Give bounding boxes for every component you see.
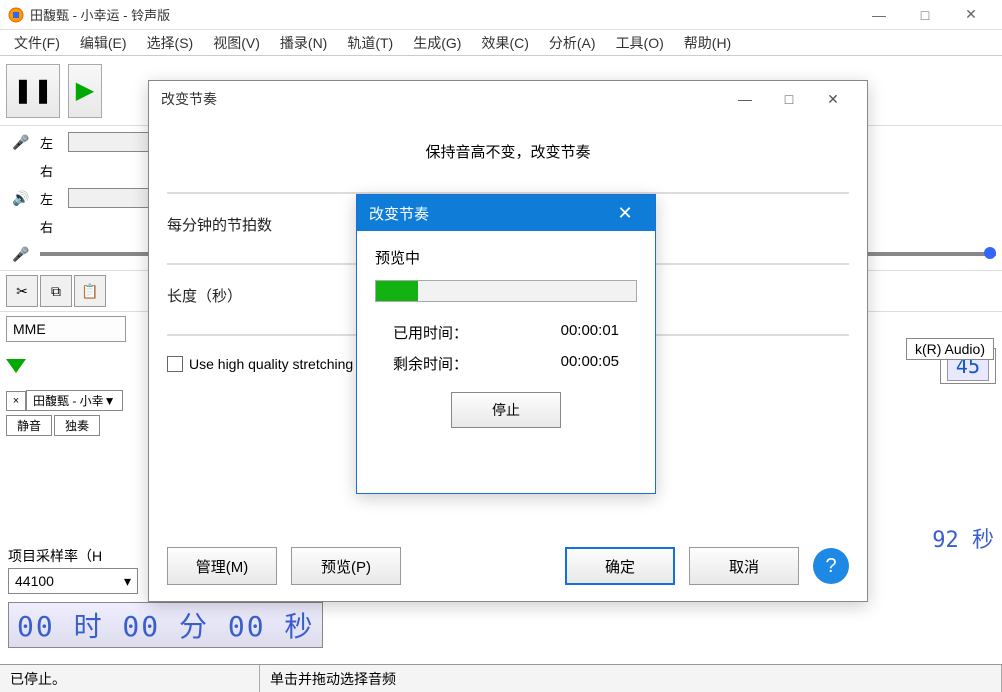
- speaker-icon: 🔊: [6, 190, 36, 207]
- manage-button[interactable]: 管理(M): [167, 547, 277, 585]
- menu-transport[interactable]: 播录(N): [270, 31, 337, 55]
- stop-button[interactable]: 停止: [451, 392, 561, 428]
- window-maximize-button[interactable]: □: [902, 0, 948, 30]
- play-button[interactable]: ▶: [68, 64, 102, 118]
- hq-stretching-checkbox[interactable]: [167, 356, 183, 372]
- menu-select[interactable]: 选择(S): [137, 31, 204, 55]
- mic-icon: 🎤: [6, 134, 36, 151]
- length-label: 长度（秒）: [167, 285, 242, 306]
- help-button[interactable]: ?: [813, 548, 849, 584]
- audio-host-value: MME: [13, 321, 46, 337]
- audio-host-combo[interactable]: MME: [6, 316, 126, 342]
- pause-button[interactable]: ❚❚: [6, 64, 60, 118]
- progress-dialog: 改变节奏 ✕ 预览中 已用时间： 00:00:01 剩余时间： 00:00:05…: [356, 194, 656, 494]
- progress-bar: [375, 280, 637, 302]
- dialog-minimize-button[interactable]: —: [723, 85, 767, 113]
- menu-generate[interactable]: 生成(G): [403, 31, 471, 55]
- recording-device-value: k(R) Audio): [915, 341, 985, 357]
- elapsed-label: 已用时间：: [393, 322, 468, 343]
- meter-left-label: 左: [40, 133, 64, 152]
- progress-close-button[interactable]: ✕: [607, 203, 643, 224]
- main-titlebar: 田馥甄 - 小幸运 - 铃声版 — □ ✕: [0, 0, 1002, 30]
- status-state: 已停止。: [0, 665, 260, 692]
- elapsed-value: 00:00:01: [561, 322, 619, 343]
- cut-button[interactable]: ✂: [6, 275, 38, 307]
- play-cursor-icon: [6, 359, 26, 373]
- window-close-button[interactable]: ✕: [948, 0, 994, 30]
- window-minimize-button[interactable]: —: [856, 0, 902, 30]
- recording-device-combo[interactable]: k(R) Audio): [906, 338, 994, 360]
- playback-meter[interactable]: [68, 188, 158, 208]
- dialog-heading: 保持音高不变，改变节奏: [167, 141, 849, 162]
- menu-file[interactable]: 文件(F): [4, 31, 70, 55]
- window-title: 田馥甄 - 小幸运 - 铃声版: [30, 5, 856, 24]
- record-meter[interactable]: [68, 132, 158, 152]
- statusbar: 已停止。 单击并拖动选择音频: [0, 664, 1002, 692]
- dialog-title: 改变节奏: [161, 89, 723, 109]
- copy-button[interactable]: ⧉: [40, 275, 72, 307]
- cancel-button[interactable]: 取消: [689, 547, 799, 585]
- dialog-close-button[interactable]: ✕: [811, 85, 855, 113]
- playback-right-label: 右: [40, 217, 64, 236]
- menu-help[interactable]: 帮助(H): [674, 31, 741, 55]
- menu-effect[interactable]: 效果(C): [471, 31, 538, 55]
- paste-button[interactable]: 📋: [74, 275, 106, 307]
- progress-titlebar[interactable]: 改变节奏 ✕: [357, 195, 655, 231]
- menu-analyze[interactable]: 分析(A): [539, 31, 606, 55]
- status-hint: 单击并拖动选择音频: [260, 665, 1002, 692]
- remaining-label: 剩余时间：: [393, 353, 468, 374]
- menu-view[interactable]: 视图(V): [203, 31, 270, 55]
- menu-tools[interactable]: 工具(O): [606, 31, 674, 55]
- project-rate-value: 44100: [15, 573, 54, 589]
- playback-left-label: 左: [40, 189, 64, 208]
- selection-end-readout[interactable]: 92 秒: [932, 522, 994, 554]
- menubar: 文件(F) 编辑(E) 选择(S) 视图(V) 播录(N) 轨道(T) 生成(G…: [0, 30, 1002, 56]
- mic-icon: 🎤: [6, 246, 36, 263]
- progress-bar-fill: [376, 281, 418, 301]
- bpm-label: 每分钟的节拍数: [167, 214, 272, 235]
- dialog-maximize-button[interactable]: □: [767, 85, 811, 113]
- menu-tracks[interactable]: 轨道(T): [337, 31, 403, 55]
- project-rate-combo[interactable]: 44100 ▾: [8, 568, 138, 594]
- dialog-titlebar[interactable]: 改变节奏 — □ ✕: [149, 81, 867, 117]
- audacity-logo-icon: [8, 7, 24, 23]
- preview-button[interactable]: 预览(P): [291, 547, 401, 585]
- meter-right-label: 右: [40, 161, 64, 180]
- previewing-label: 预览中: [375, 247, 637, 268]
- selection-time-readout[interactable]: 00 时 00 分 00 秒: [8, 602, 323, 648]
- ok-button[interactable]: 确定: [565, 547, 675, 585]
- track-name-dropdown[interactable]: 田馥甄 - 小幸▼: [26, 390, 123, 411]
- remaining-value: 00:00:05: [561, 353, 619, 374]
- track-solo-button[interactable]: 独奏: [54, 415, 100, 436]
- track-close-button[interactable]: ×: [6, 391, 26, 411]
- chevron-down-icon: ▾: [124, 573, 131, 590]
- track-name-label: 田馥甄 - 小幸▼: [33, 392, 116, 409]
- menu-edit[interactable]: 编辑(E): [70, 31, 137, 55]
- progress-title: 改变节奏: [369, 203, 607, 224]
- track-mute-button[interactable]: 静音: [6, 415, 52, 436]
